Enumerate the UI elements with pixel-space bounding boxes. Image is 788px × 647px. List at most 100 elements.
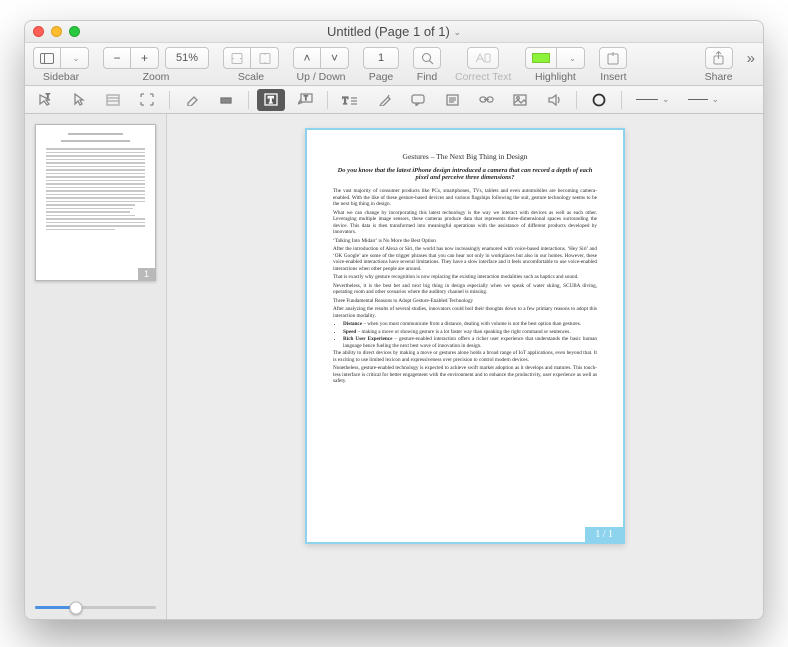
correct-text-icon [474,52,492,64]
thumbnail-sidebar: 1 [25,114,167,619]
toolbar-overflow-button[interactable]: » [747,47,755,67]
zoom-label: Zoom [143,71,170,83]
doc-paragraph: Three Fundamental Reasons to Adopt Gestu… [333,298,597,305]
svg-text:T: T [268,95,274,105]
doc-title: Gestures – The Next Big Thing in Design [333,152,597,161]
svg-text:T: T [342,96,348,106]
correct-text-label: Correct Text [455,71,511,83]
close-icon[interactable] [33,26,44,37]
insert-icon [606,52,620,65]
share-button[interactable] [705,47,733,69]
svg-text:T: T [304,96,308,102]
find-group: Find [413,47,441,83]
zoom-in-button[interactable]: + [131,47,159,69]
updown-group: ˄ ˅ Up / Down [293,47,349,83]
doc-paragraph: The vast majority of consumer products l… [333,188,597,208]
page-down-button[interactable]: ˅ [321,47,349,69]
fit-width-button[interactable] [223,47,251,69]
thumbnail-size-slider[interactable] [35,598,156,609]
updown-label: Up / Down [296,71,345,83]
area-select-tool[interactable] [99,89,127,111]
zoom-value-field[interactable]: 51% [165,47,209,69]
zoom-out-button[interactable]: − [103,47,131,69]
highlight-group: ⌄ Highlight [525,47,585,83]
content-area: 1 Gestures – The Next Big Thing in Desig… [25,114,763,619]
line-icon [688,99,708,101]
page-number-field[interactable]: 1 [363,47,399,69]
text-box-tool[interactable]: T [257,89,285,111]
correct-text-group: Correct Text [455,47,511,83]
window-title[interactable]: Untitled (Page 1 of 1) ⌄ [25,24,763,39]
crop-tool[interactable] [133,89,161,111]
line-end-menu[interactable]: ⌄ [682,94,726,105]
chevron-down-icon: ⌄ [453,27,461,37]
main-toolbar: ⌄ Sidebar − + 51% Zoom Scale [25,43,763,86]
eraser-tool[interactable] [178,89,206,111]
arrow-up-icon: ˄ [303,51,310,65]
sidebar-menu-button[interactable]: ⌄ [61,47,89,69]
app-window: Untitled (Page 1 of 1) ⌄ ⌄ Sidebar − + 5… [24,20,764,620]
image-tool[interactable] [506,89,534,111]
page-viewport[interactable]: Gestures – The Next Big Thing in Design … [167,114,763,619]
share-group: Share [705,47,733,83]
note-tool[interactable] [438,89,466,111]
highlight-button[interactable] [525,47,557,69]
titlebar: Untitled (Page 1 of 1) ⌄ [25,21,763,43]
doc-paragraph: Nonetheless, gesture-enabled technology … [333,365,597,385]
doc-paragraph: ‘Talking Into Midair’ is No More the Bes… [333,238,597,245]
insert-button[interactable] [599,47,627,69]
doc-subtitle: Do you know that the latest iPhone desig… [333,167,597,181]
sidebar-group: ⌄ Sidebar [33,47,89,83]
link-tool[interactable] [472,89,500,111]
redact-tool[interactable] [212,89,240,111]
doc-bullet: Speed – making a move or showing gesture… [343,329,597,336]
highlight-label: Highlight [535,71,576,83]
chevron-down-icon: ⌄ [662,94,670,105]
insert-label: Insert [600,71,626,83]
page-badge: 1 / 1 [585,527,623,542]
highlighter-tool[interactable] [370,89,398,111]
text-style-tool[interactable]: T [336,89,364,111]
text-select-tool[interactable]: T [31,89,59,111]
find-label: Find [417,71,437,83]
doc-paragraph: The ability to direct devices by making … [333,350,597,363]
correct-text-button[interactable] [467,47,499,69]
doc-paragraph: After the introduction of Alexa or Siri,… [333,246,597,272]
pointer-tool[interactable] [65,89,93,111]
minimize-icon[interactable] [51,26,62,37]
highlight-swatch-icon [532,53,550,63]
doc-paragraph: After analyzing the results of several s… [333,306,597,319]
scale-label: Scale [238,71,264,83]
page-up-button[interactable]: ˄ [293,47,321,69]
page-group: 1 Page [363,47,399,83]
highlight-menu-button[interactable]: ⌄ [557,47,585,69]
insert-group: Insert [599,47,627,83]
doc-paragraph: Nevertheless, it is the best bet and nex… [333,283,597,296]
chevron-down-icon: ⌄ [569,54,576,63]
shape-tool[interactable] [585,89,613,111]
window-controls [33,26,80,37]
annotation-toolbar: T T T T ⌄ ⌄ [25,86,763,114]
scale-group: Scale [223,47,279,83]
svg-text:T: T [46,94,50,100]
thumbnail-badge: 1 [138,268,155,280]
doc-bullet: Distance – when you must communicate fro… [343,321,597,328]
callout-tool[interactable]: T [291,89,319,111]
document-page[interactable]: Gestures – The Next Big Thing in Design … [305,128,625,544]
doc-body: The vast majority of consumer products l… [333,188,597,385]
share-label: Share [705,71,733,83]
fit-height-button[interactable] [251,47,279,69]
comment-tool[interactable] [404,89,432,111]
sidebar-toggle-button[interactable] [33,47,61,69]
sound-tool[interactable] [540,89,568,111]
maximize-icon[interactable] [69,26,80,37]
sidebar-label: Sidebar [43,71,79,83]
zoom-group: − + 51% Zoom [103,47,209,83]
line-style-menu[interactable]: ⌄ [630,94,676,105]
window-title-text: Untitled (Page 1 of 1) [327,24,450,39]
doc-bullet: Rich User Experience – gesture-enabled i… [343,336,597,349]
search-icon [421,52,434,65]
page-thumbnail[interactable]: 1 [35,124,156,281]
find-button[interactable] [413,47,441,69]
line-icon [636,99,658,101]
